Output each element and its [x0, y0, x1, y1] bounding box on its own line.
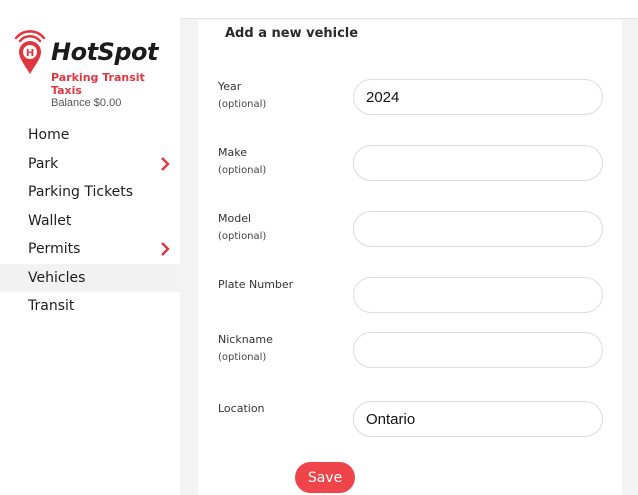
nickname-field[interactable]	[353, 332, 603, 368]
year-label-text: Year	[218, 80, 242, 93]
sidebar-item-park[interactable]: Park	[0, 150, 180, 179]
sidebar-item-label: Home	[28, 127, 70, 143]
sidebar-item-label: Permits	[28, 241, 81, 257]
sidebar-item-label: Parking Tickets	[28, 184, 134, 200]
form-title: Add a new vehicle	[225, 26, 359, 41]
pin-letter: H	[26, 48, 34, 59]
nickname-optional-note: (optional)	[218, 352, 267, 363]
location-field[interactable]	[353, 401, 603, 437]
model-label-text: Model	[218, 212, 252, 225]
year-optional-note: (optional)	[218, 99, 267, 110]
model-field[interactable]	[353, 211, 603, 247]
plate-label-text: Plate Number	[218, 278, 294, 291]
top-bar	[180, 0, 638, 19]
sidebar-item-label: Transit	[28, 298, 75, 314]
brand-tagline: Parking Transit Taxis	[51, 71, 145, 97]
nickname-label: Nickname (optional)	[218, 331, 273, 367]
sidebar-item-label: Wallet	[28, 212, 72, 229]
nickname-label-text: Nickname	[218, 333, 273, 346]
brand-name: HotSpot	[51, 38, 158, 66]
sidebar-item-wallet[interactable]: Wallet	[0, 207, 180, 236]
chevron-right-icon	[161, 156, 170, 171]
location-label: Location	[218, 400, 265, 418]
save-button[interactable]: Save	[295, 462, 355, 493]
model-optional-note: (optional)	[218, 231, 267, 242]
hotspot-logo[interactable]: H HotSpot Parking Transit Taxis	[8, 26, 178, 97]
sidebar-item-permits[interactable]: Permits	[0, 235, 180, 264]
sidebar: H HotSpot Parking Transit Taxis Balance …	[0, 0, 180, 495]
location-label-text: Location	[218, 402, 265, 415]
sidebar-item-parking-tickets[interactable]: Parking Tickets	[0, 178, 180, 207]
make-field[interactable]	[353, 145, 603, 181]
plate-number-field[interactable]	[353, 277, 603, 313]
balance-text: Balance $0.00	[51, 97, 122, 109]
sidebar-item-transit[interactable]: Transit	[0, 292, 180, 321]
model-label: Model (optional)	[218, 210, 266, 246]
make-optional-note: (optional)	[218, 165, 267, 176]
add-vehicle-form: Add a new vehicle Year (optional) Make (…	[198, 20, 622, 495]
sidebar-item-label: Vehicles	[28, 269, 86, 286]
make-label: Make (optional)	[218, 144, 266, 180]
sidebar-item-home[interactable]: Home	[0, 121, 180, 150]
make-label-text: Make	[218, 146, 247, 159]
hotspot-pin-icon: H	[14, 30, 46, 74]
sidebar-item-vehicles[interactable]: Vehicles	[0, 263, 180, 292]
chevron-right-icon	[161, 242, 170, 256]
year-field[interactable]	[353, 79, 603, 115]
sidebar-item-label: Park	[28, 155, 59, 172]
year-label: Year (optional)	[218, 78, 266, 114]
sidebar-nav: Home Park Parking Tickets Wallet Permits…	[0, 121, 180, 321]
plate-label: Plate Number	[218, 276, 293, 294]
